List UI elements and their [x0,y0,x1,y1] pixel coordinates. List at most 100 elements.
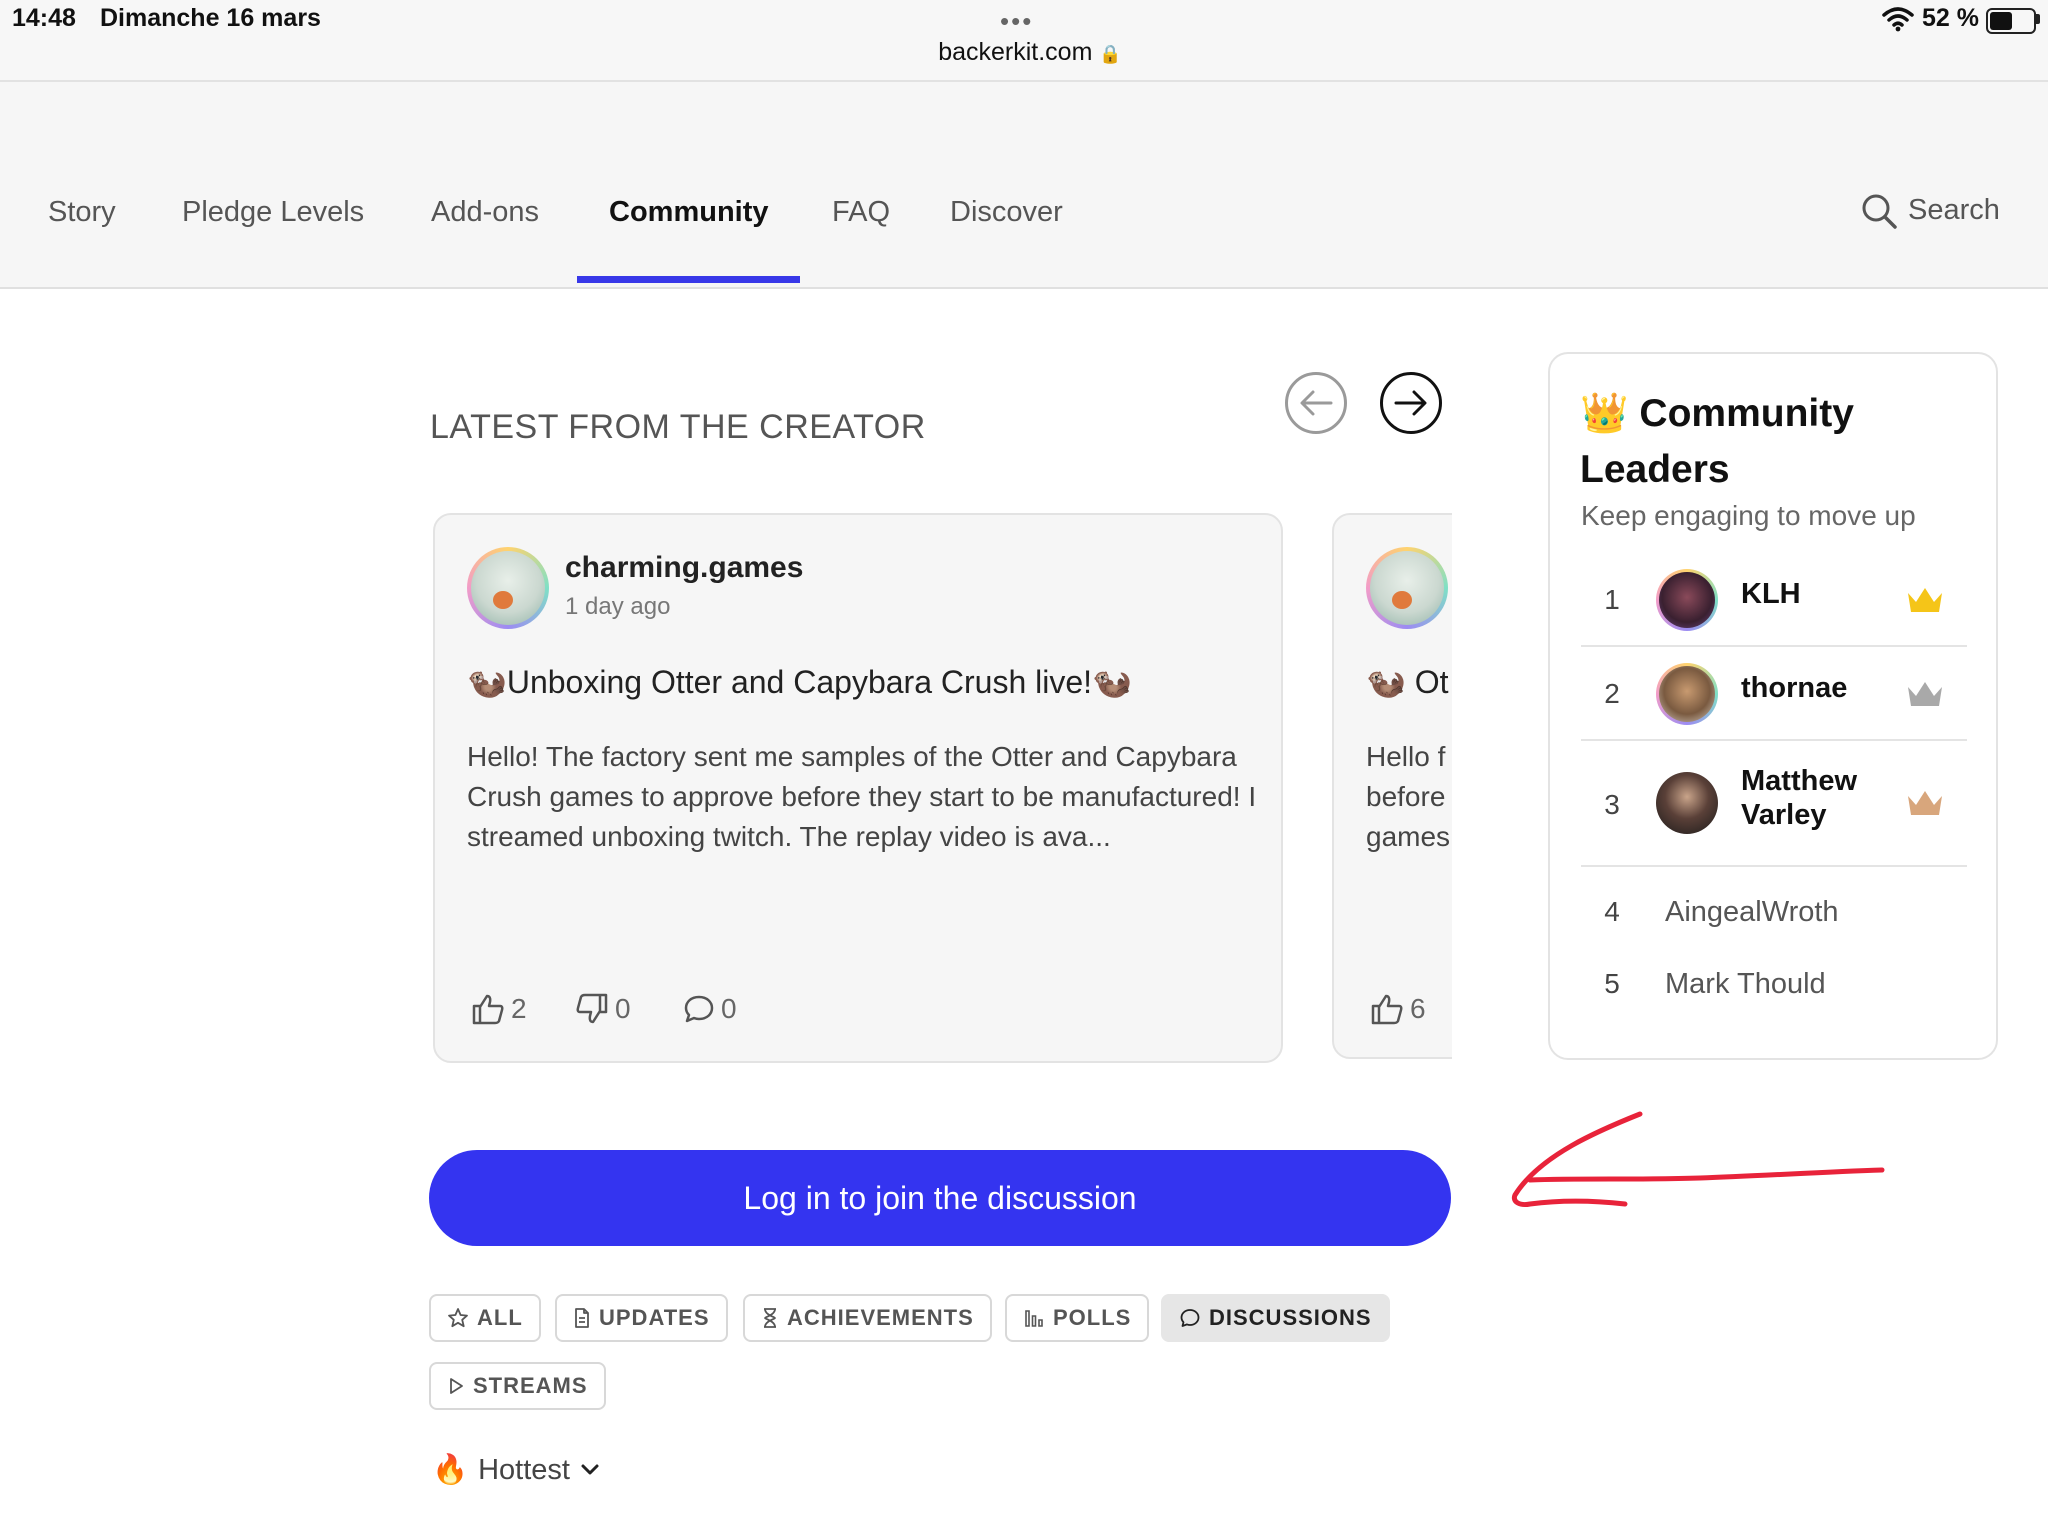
post-body-line: Hello f [1366,741,1446,772]
author-avatar[interactable] [1366,547,1448,629]
tab-faq[interactable]: FAQ [832,196,890,229]
section-title: LATEST FROM THE CREATOR [430,408,926,446]
dislike-button[interactable]: 0 [575,993,631,1025]
carousel-next-button[interactable] [1380,372,1442,434]
post-body-line: games [1366,821,1451,852]
play-icon [450,1378,463,1394]
leader-rank: 5 [1604,968,1620,999]
speech-bubble-icon [684,995,714,1023]
filter-polls[interactable]: POLLS [1005,1294,1150,1342]
speech-bubble-icon [1180,1309,1200,1327]
leader-rank: 2 [1604,678,1620,709]
wifi-icon [1882,7,1914,32]
thumbs-down-icon [576,993,608,1024]
filter-discussions[interactable]: DISCUSSIONS [1161,1294,1390,1342]
author-avatar[interactable] [467,547,549,629]
leader-name[interactable]: Matthew Varley [1741,764,1901,832]
filter-streams[interactable]: STREAMS [429,1362,606,1410]
filter-label: ACHIEVEMENTS [787,1305,974,1330]
crown-emoji: 👑 [1580,392,1629,435]
post-card-clipped[interactable]: 🦦 Ot Hello f before games 6 [1332,513,1452,1059]
otter-emoji: 🦦 [467,664,507,700]
dislike-count: 0 [615,993,631,1024]
tab-add-ons[interactable]: Add-ons [431,196,539,229]
post-title[interactable]: 🦦Unboxing Otter and Capybara Crush live!… [467,663,1132,701]
login-to-discuss-button[interactable]: Log in to join the discussion [429,1150,1451,1246]
active-tab-indicator [577,276,800,283]
leaders-subtitle: Keep engaging to move up [1581,500,1916,531]
leaders-title: 👑 Community Leaders [1580,386,1960,498]
post-body: Hello! The factory sent me samples of th… [467,741,1257,852]
like-count: 6 [1410,993,1426,1024]
battery-icon [1986,8,2036,34]
fire-emoji: 🔥 [432,1454,469,1486]
avatar[interactable] [1656,663,1718,725]
sort-dropdown[interactable]: 🔥 Hottest [432,1453,600,1487]
post-title[interactable]: 🦦 Ot [1366,663,1449,701]
chevron-down-icon [581,1464,599,1475]
sort-label: Hottest [478,1453,570,1486]
arrow-right-icon [1394,390,1427,416]
filter-updates[interactable]: UPDATES [555,1294,728,1342]
star-icon [448,1308,468,1328]
otter-emoji: 🦦 [1092,664,1132,700]
crown-silver-icon [1908,682,1942,706]
comment-button[interactable]: 0 [683,993,737,1025]
bar-chart-icon [1025,1310,1043,1327]
red-arrow-annotation [1511,1111,1885,1207]
filter-label: UPDATES [599,1305,710,1330]
divider [1581,739,1967,741]
leader-rank: 1 [1604,584,1620,615]
filter-label: ALL [477,1305,523,1330]
leader-name[interactable]: Mark Thould [1665,968,1826,1001]
like-count: 2 [511,993,527,1024]
post-title-text: Unboxing Otter and Capybara Crush live! [506,664,1093,700]
divider [1581,645,1967,647]
browser-menu-dots-icon[interactable]: ••• [1000,6,1033,37]
post-author[interactable]: charming.games [565,551,803,585]
tab-discover[interactable]: Discover [950,196,1063,229]
filter-label: POLLS [1053,1305,1132,1330]
status-date: Dimanche 16 mars [100,4,321,32]
search-button[interactable]: Search [1908,194,2000,227]
document-icon [575,1308,589,1328]
leader-name[interactable]: AingealWroth [1665,896,1839,929]
leader-name[interactable]: KLH [1741,578,1801,611]
hourglass-icon [764,1308,776,1328]
post-body-line: before [1366,781,1446,812]
like-button[interactable]: 6 [1370,993,1426,1025]
thumbs-up-icon [472,994,504,1025]
divider [1581,865,1967,867]
crown-bronze-icon [1908,791,1942,815]
filter-achievements[interactable]: ACHIEVEMENTS [743,1294,992,1342]
tab-community[interactable]: Community [609,196,769,229]
url-bar[interactable]: backerkit.com 🔒 [930,38,1130,67]
leader-rank: 4 [1604,896,1620,927]
thumbs-up-icon [1371,994,1403,1025]
arrow-left-icon [1300,390,1333,416]
post-time: 1 day ago [565,593,671,620]
leader-rank: 3 [1604,789,1620,820]
leader-name[interactable]: thornae [1741,672,1847,705]
otter-emoji: 🦦 [1366,664,1406,700]
battery-percent: 52 % [1922,4,1979,32]
filter-all[interactable]: ALL [429,1294,541,1342]
like-button[interactable]: 2 [471,993,527,1025]
tab-pledge-levels[interactable]: Pledge Levels [182,196,364,229]
filter-label: STREAMS [473,1373,588,1398]
url-text: backerkit.com [938,38,1093,66]
post-title-text: Ot [1414,664,1449,700]
tab-story[interactable]: Story [48,196,116,229]
carousel-prev-button[interactable] [1285,372,1347,434]
search-icon[interactable] [1860,192,1898,230]
avatar[interactable] [1656,772,1718,834]
avatar[interactable] [1656,569,1718,631]
crown-gold-icon [1908,588,1942,612]
filter-label: DISCUSSIONS [1209,1305,1372,1330]
lock-icon: 🔒 [1099,44,1122,64]
post-body: Hello f before games [1366,737,1452,857]
battery-tip [2036,14,2040,24]
post-card[interactable]: charming.games 1 day ago 🦦Unboxing Otter… [433,513,1283,1063]
project-nav [0,82,2048,289]
status-time: 14:48 [12,4,76,32]
